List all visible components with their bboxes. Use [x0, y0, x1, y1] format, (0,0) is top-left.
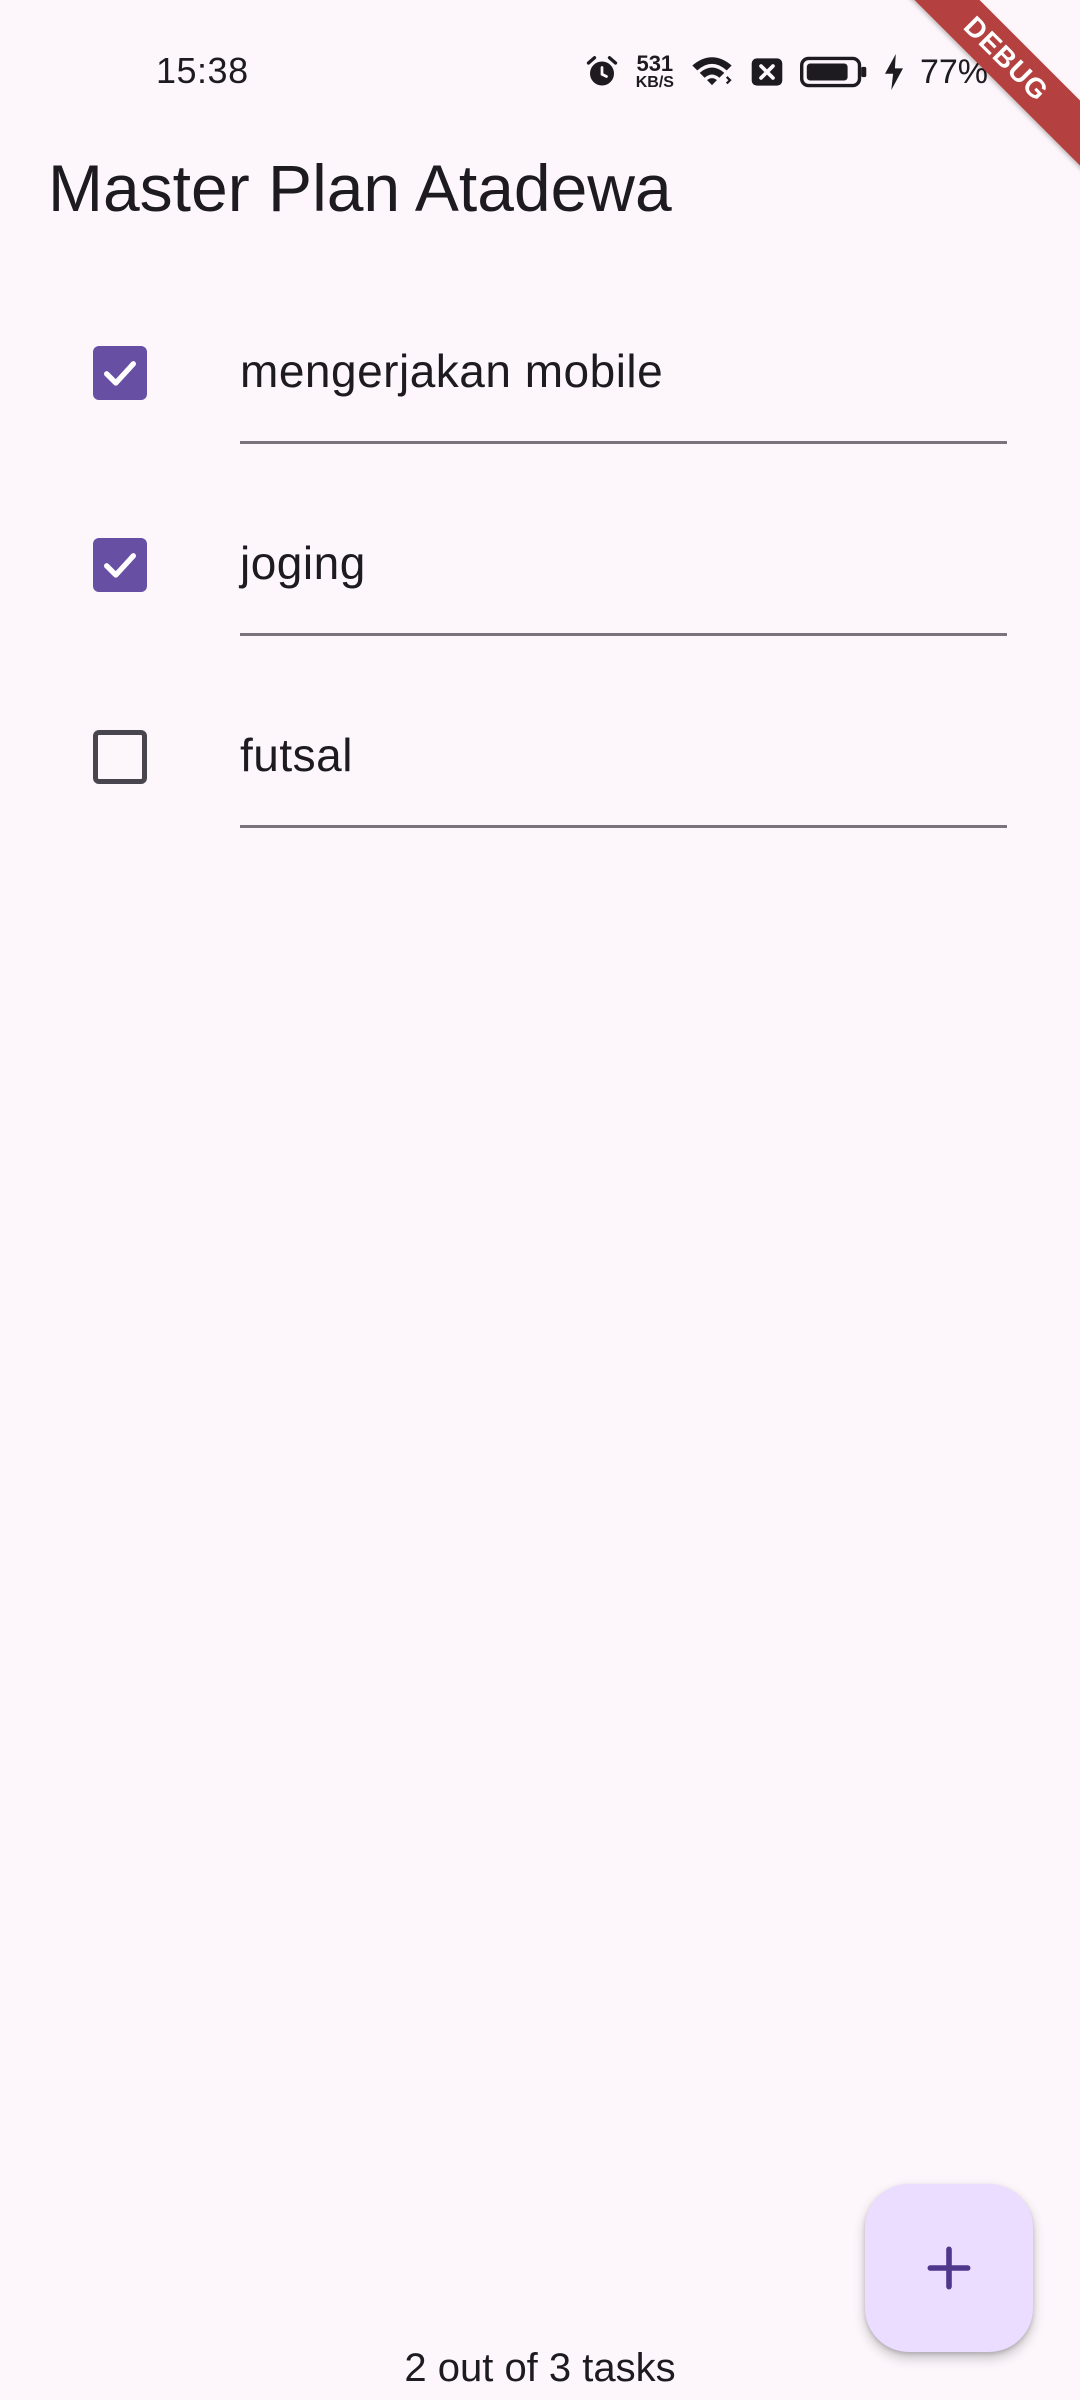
task-checkbox[interactable] — [93, 730, 147, 784]
task-text: joging — [240, 537, 366, 589]
network-speed-unit: KB/S — [635, 74, 674, 91]
task-text: futsal — [240, 729, 353, 781]
check-icon — [104, 553, 136, 578]
wifi-icon — [690, 54, 734, 90]
task-item: futsal — [0, 684, 1080, 876]
task-count-text: 2 out of 3 tasks — [404, 2346, 676, 2390]
page-title: Master Plan Atadewa — [48, 151, 672, 225]
status-bar: 15:38 531 KB/S 77% — [0, 0, 1080, 140]
task-text-field[interactable]: futsal — [240, 714, 1007, 828]
battery-icon — [799, 54, 868, 90]
sim-off-icon — [750, 55, 784, 89]
task-item: mengerjakan mobile — [0, 300, 1080, 492]
alarm-icon — [584, 54, 620, 90]
task-checkbox[interactable] — [93, 346, 147, 400]
task-checkbox[interactable] — [93, 538, 147, 592]
charging-icon — [884, 54, 904, 90]
add-task-button[interactable] — [865, 2184, 1033, 2352]
task-list: mengerjakan mobile joging futsal — [0, 300, 1080, 876]
task-item: joging — [0, 492, 1080, 684]
task-text-field[interactable]: mengerjakan mobile — [240, 330, 1007, 444]
network-speed-value: 531 — [636, 51, 674, 76]
status-time: 15:38 — [156, 50, 249, 91]
check-icon — [104, 361, 136, 386]
plus-icon — [927, 2246, 971, 2290]
network-speed: 531 KB/S — [636, 53, 674, 91]
status-icons: 531 KB/S 77% — [584, 48, 988, 96]
task-text: mengerjakan mobile — [240, 345, 664, 397]
task-text-field[interactable]: joging — [240, 522, 1007, 636]
